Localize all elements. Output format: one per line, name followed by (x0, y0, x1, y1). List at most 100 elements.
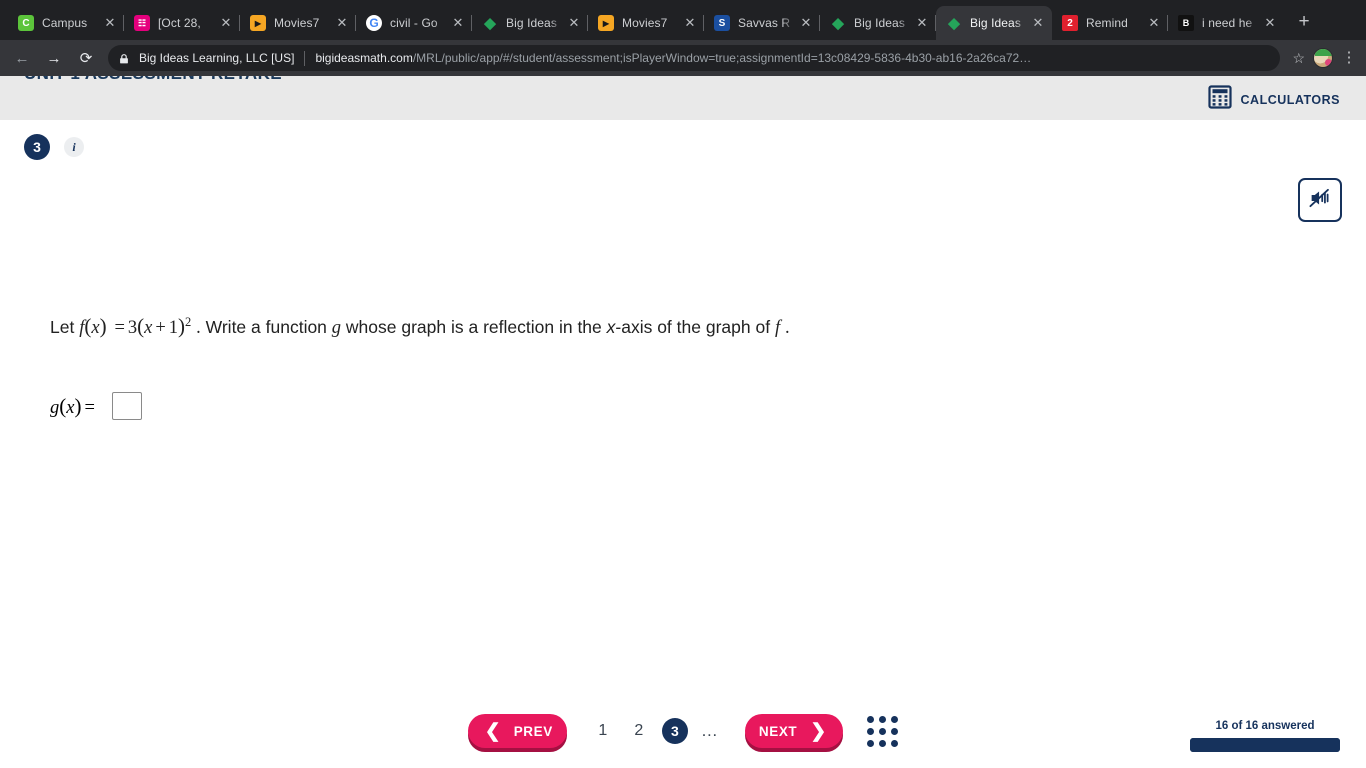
close-icon[interactable]: ✕ (450, 15, 466, 31)
variable-x: x (91, 318, 100, 338)
progress-indicator: 16 of 16 answered (1190, 720, 1340, 752)
calculators-label: CALCULATORS (1240, 92, 1340, 107)
grid-dot (879, 739, 887, 747)
answer-row: g(x) = (50, 392, 142, 420)
period-1: . (196, 318, 201, 338)
calculators-button[interactable]: CALCULATORS (1207, 85, 1340, 114)
tab-title: Savvas R (738, 16, 791, 30)
page-number-2[interactable]: 2 (621, 722, 657, 740)
calendar-icon: ☷ (134, 15, 150, 31)
tab-title: [Oct 28, (158, 16, 201, 30)
savvas-icon: S (714, 15, 730, 31)
forward-icon[interactable]: → (40, 44, 68, 72)
close-icon[interactable]: ✕ (914, 15, 930, 31)
page-title: UNIT 1 ASSESSMENT RETAKE (24, 76, 282, 84)
page-ellipsis: … (700, 721, 719, 740)
remind-icon: 2 (1062, 15, 1078, 31)
question-meta-row: 3 i (0, 120, 1366, 160)
big-ideas-icon: ◆ (832, 15, 844, 31)
reload-icon[interactable]: ⟳ (72, 44, 100, 72)
close-icon[interactable]: ✕ (102, 15, 118, 31)
answer-expression: g(x) = (50, 394, 98, 419)
browser-tab-6[interactable]: S Savvas R ✕ (704, 6, 820, 40)
avatar[interactable] (1313, 48, 1333, 68)
close-icon[interactable]: ✕ (218, 15, 234, 31)
assessment-footer: ❮ PREV 1 2 3 … NEXT ❯ 16 of 16 answered (0, 694, 1366, 768)
grid-dot (867, 727, 875, 735)
address-bar[interactable]: Big Ideas Learning, LLC [US] bigideasmat… (108, 45, 1281, 71)
browser-tab-0[interactable]: C Campus ✕ (8, 6, 124, 40)
info-icon[interactable]: i (64, 137, 84, 157)
prompt-tail-b: -axis of the graph of (615, 317, 771, 337)
new-tab-button[interactable]: + (1290, 9, 1318, 37)
browser-tab-3[interactable]: G civil - Go ✕ (356, 6, 472, 40)
back-icon[interactable]: ← (8, 44, 36, 72)
page-number-1[interactable]: 1 (585, 722, 621, 740)
bookmark-star-icon[interactable]: ☆ (1292, 50, 1305, 67)
calculator-icon (1207, 85, 1232, 114)
close-icon[interactable]: ✕ (1030, 15, 1046, 31)
grid-dot (867, 715, 875, 723)
tab-title: Movies7 (622, 16, 668, 30)
assessment-header: UNIT 1 ASSESSMENT RETAKE CALCULATORS (0, 76, 1366, 120)
prev-label: PREV (513, 723, 553, 739)
browser-tab-9[interactable]: 2 Remind ✕ (1052, 6, 1168, 40)
brainly-icon: B (1178, 15, 1194, 31)
close-icon[interactable]: ✕ (1262, 15, 1278, 31)
speaker-muted-icon (1307, 185, 1333, 216)
grid-dot (867, 739, 875, 747)
tab-title: Movies7 (274, 16, 320, 30)
prompt-tail-a: whose graph is a reflection in the (345, 317, 602, 337)
period-2: . (784, 318, 790, 338)
browser-tab-10[interactable]: B i need he ✕ (1168, 6, 1284, 40)
prompt-mid: Write a function (205, 317, 327, 337)
tab-title: civil - Go (390, 16, 438, 30)
close-icon[interactable]: ✕ (566, 15, 582, 31)
url-domain: bigideasmath.com (315, 51, 413, 65)
page-number-list: 1 2 3 … (585, 718, 727, 744)
tab-title: Campus (42, 16, 88, 30)
browser-menu-icon[interactable]: ⋮ (1340, 50, 1358, 65)
audio-mute-button[interactable] (1298, 178, 1342, 222)
coefficient-3: 3 (127, 318, 138, 338)
equals-sign-answer: = (84, 397, 95, 418)
pager: ❮ PREV 1 2 3 … NEXT ❯ (467, 714, 899, 748)
grid-dot (891, 727, 899, 735)
campus-icon: C (18, 15, 34, 31)
browser-toolbar: ← → ⟳ Big Ideas Learning, LLC [US] bigid… (0, 40, 1366, 76)
browser-tab-2[interactable]: ▶ Movies7 ✕ (240, 6, 356, 40)
constant-1: 1 (168, 318, 179, 338)
site-name: Big Ideas Learning, LLC [US] (139, 51, 295, 65)
tab-title: i need he (1202, 16, 1253, 30)
play-icon: ▶ (598, 15, 614, 31)
progress-label: 16 of 16 answered (1215, 720, 1315, 732)
close-icon[interactable]: ✕ (334, 15, 350, 31)
close-icon[interactable]: ✕ (1146, 15, 1162, 31)
paren-close: ) (99, 314, 107, 338)
browser-tab-7[interactable]: ◆ Big Ideas ✕ (820, 6, 936, 40)
play-icon: ▶ (250, 15, 266, 31)
paren-close-2: ) (178, 314, 186, 338)
next-button[interactable]: NEXT ❯ (744, 714, 844, 748)
close-icon[interactable]: ✕ (682, 15, 698, 31)
plus-sign: + (155, 318, 166, 338)
grid-dot (891, 739, 899, 747)
tab-strip: C Campus ✕ ☷ [Oct 28, ✕ ▶ Movies7 ✕ G ci… (0, 0, 1366, 40)
big-ideas-icon: ◆ (948, 15, 960, 31)
tab-title: Big Ideas (854, 16, 905, 30)
browser-tab-8-active[interactable]: ◆ Big Ideas ✕ (936, 6, 1052, 40)
browser-tab-1[interactable]: ☷ [Oct 28, ✕ (124, 6, 240, 40)
close-icon[interactable]: ✕ (798, 15, 814, 31)
lock-icon (118, 52, 130, 64)
grid-dots-icon[interactable] (867, 715, 899, 747)
prev-button[interactable]: ❮ PREV (467, 714, 567, 748)
browser-tab-4[interactable]: ◆ Big Ideas ✕ (472, 6, 588, 40)
page-number-current[interactable]: 3 (661, 718, 688, 744)
google-icon: G (366, 15, 382, 31)
browser-tab-5[interactable]: ▶ Movies7 ✕ (588, 6, 704, 40)
browser-window: C Campus ✕ ☷ [Oct 28, ✕ ▶ Movies7 ✕ G ci… (0, 0, 1366, 768)
omnibox-divider (304, 50, 306, 66)
tab-title: Big Ideas (506, 16, 557, 30)
answer-input[interactable] (111, 392, 142, 420)
big-ideas-icon: ◆ (484, 15, 496, 31)
